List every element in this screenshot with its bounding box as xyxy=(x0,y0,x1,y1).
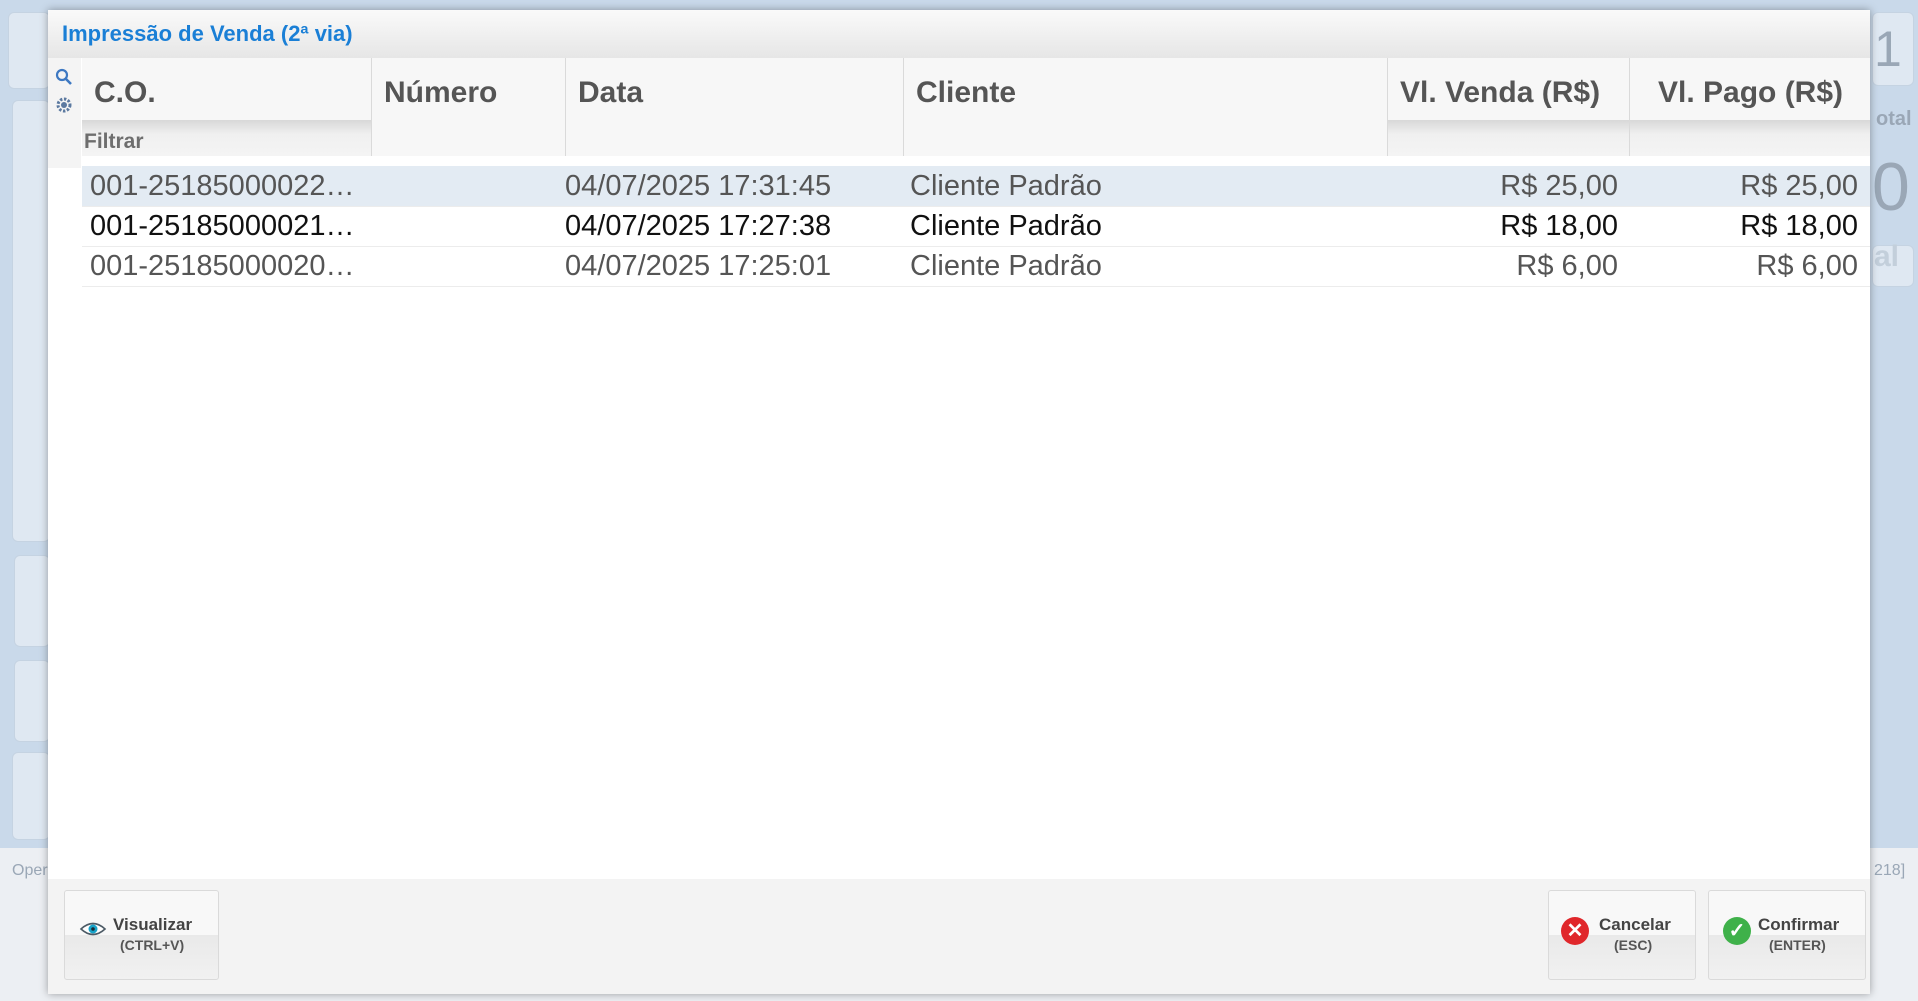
cell-vl-pago: R$ 18,00 xyxy=(1740,210,1858,242)
background-panel-left-b2 xyxy=(14,660,50,742)
gear-icon[interactable] xyxy=(54,96,74,116)
confirm-shortcut: (ENTER) xyxy=(1769,937,1826,953)
filter-input[interactable]: Filtrar xyxy=(82,120,371,156)
confirm-label: Confirmar xyxy=(1758,915,1840,934)
filter-label: Filtrar xyxy=(84,130,144,153)
cell-co: 001-25185000022… xyxy=(90,170,355,202)
background-panel-left-mid xyxy=(12,100,50,542)
cell-cliente: Cliente Padrão xyxy=(910,250,1102,282)
column-label-vl-pago: Vl. Pago (R$) xyxy=(1658,76,1844,109)
cancel-button[interactable]: ✕ Cancelar (ESC) xyxy=(1548,890,1696,980)
column-label-cliente: Cliente xyxy=(916,76,1017,109)
background-panel-left-b3 xyxy=(12,752,50,840)
column-label-co: C.O. xyxy=(94,76,156,109)
eye-icon xyxy=(79,921,107,942)
visualizar-shortcut: (CTRL+V) xyxy=(120,937,185,953)
cancel-shortcut: (ESC) xyxy=(1614,937,1653,953)
background-fragment-oper: Oper xyxy=(12,862,48,879)
cell-vl-venda: R$ 18,00 xyxy=(1500,210,1618,242)
table-row[interactable]: 001-25185000022… 04/07/2025 17:31:45 Cli… xyxy=(82,166,1870,207)
cell-cliente: Cliente Padrão xyxy=(910,210,1102,242)
cancel-label: Cancelar xyxy=(1599,915,1671,934)
dialog-title: Impressão de Venda (2ª via) xyxy=(62,21,353,46)
column-header-cliente[interactable]: Cliente xyxy=(904,58,1388,156)
visualizar-label: Visualizar xyxy=(113,915,193,934)
filter-strip-vl-venda xyxy=(1388,120,1629,156)
cell-vl-venda: R$ 25,00 xyxy=(1500,170,1618,202)
column-label-numero: Número xyxy=(384,76,498,109)
grid-toolbar xyxy=(48,58,81,168)
visualizar-button[interactable]: Visualizar (CTRL+V) xyxy=(64,890,219,980)
background-fragment-code: 218] xyxy=(1874,862,1906,879)
column-header-vl-venda[interactable]: Vl. Venda (R$) xyxy=(1388,58,1630,156)
sale-reprint-dialog: Impressão de Venda (2ª via) C.O. Filtrar… xyxy=(48,10,1870,994)
cell-vl-pago: R$ 6,00 xyxy=(1756,250,1858,282)
column-label-data: Data xyxy=(578,76,644,109)
cell-data: 04/07/2025 17:27:38 xyxy=(565,210,832,242)
dialog-header: Impressão de Venda (2ª via) xyxy=(48,10,1870,58)
cell-vl-pago: R$ 25,00 xyxy=(1740,170,1858,202)
column-header-numero[interactable]: Número xyxy=(372,58,566,156)
table-row[interactable]: 001-25185000021… 04/07/2025 17:27:38 Cli… xyxy=(82,206,1870,247)
cell-vl-venda: R$ 6,00 xyxy=(1516,250,1618,282)
close-icon: ✕ xyxy=(1561,917,1589,945)
column-header-vl-pago[interactable]: Vl. Pago (R$) xyxy=(1630,58,1870,156)
background-fragment-zero: 0 xyxy=(1872,149,1910,225)
dialog-footer: Visualizar (CTRL+V) ✕ Cancelar (ESC) ✓ C… xyxy=(48,879,1870,994)
table-row[interactable]: 001-25185000020… 04/07/2025 17:25:01 Cli… xyxy=(82,246,1870,287)
background-panel-left-b1 xyxy=(14,555,50,647)
cell-data: 04/07/2025 17:31:45 xyxy=(565,170,832,202)
cell-co: 001-25185000020… xyxy=(90,250,355,282)
background-fragment-number: 1 xyxy=(1874,21,1902,77)
check-icon: ✓ xyxy=(1723,917,1751,945)
column-label-vl-venda: Vl. Venda (R$) xyxy=(1400,76,1601,109)
search-icon[interactable] xyxy=(54,68,74,88)
cell-co: 001-25185000021… xyxy=(90,210,355,242)
cell-data: 04/07/2025 17:25:01 xyxy=(565,250,832,282)
column-header-data[interactable]: Data xyxy=(566,58,904,156)
background-fragment-total: otal xyxy=(1876,108,1912,130)
grid-header: C.O. Filtrar Número Data Cliente Vl. Ven… xyxy=(82,58,1870,156)
column-header-co[interactable]: C.O. Filtrar xyxy=(82,58,372,156)
confirm-button[interactable]: ✓ Confirmar (ENTER) xyxy=(1708,890,1866,980)
background-panel-left-top xyxy=(8,12,50,89)
background-fragment-al: al xyxy=(1874,240,1900,273)
filter-strip-vl-pago xyxy=(1630,120,1870,156)
cell-cliente: Cliente Padrão xyxy=(910,170,1102,202)
